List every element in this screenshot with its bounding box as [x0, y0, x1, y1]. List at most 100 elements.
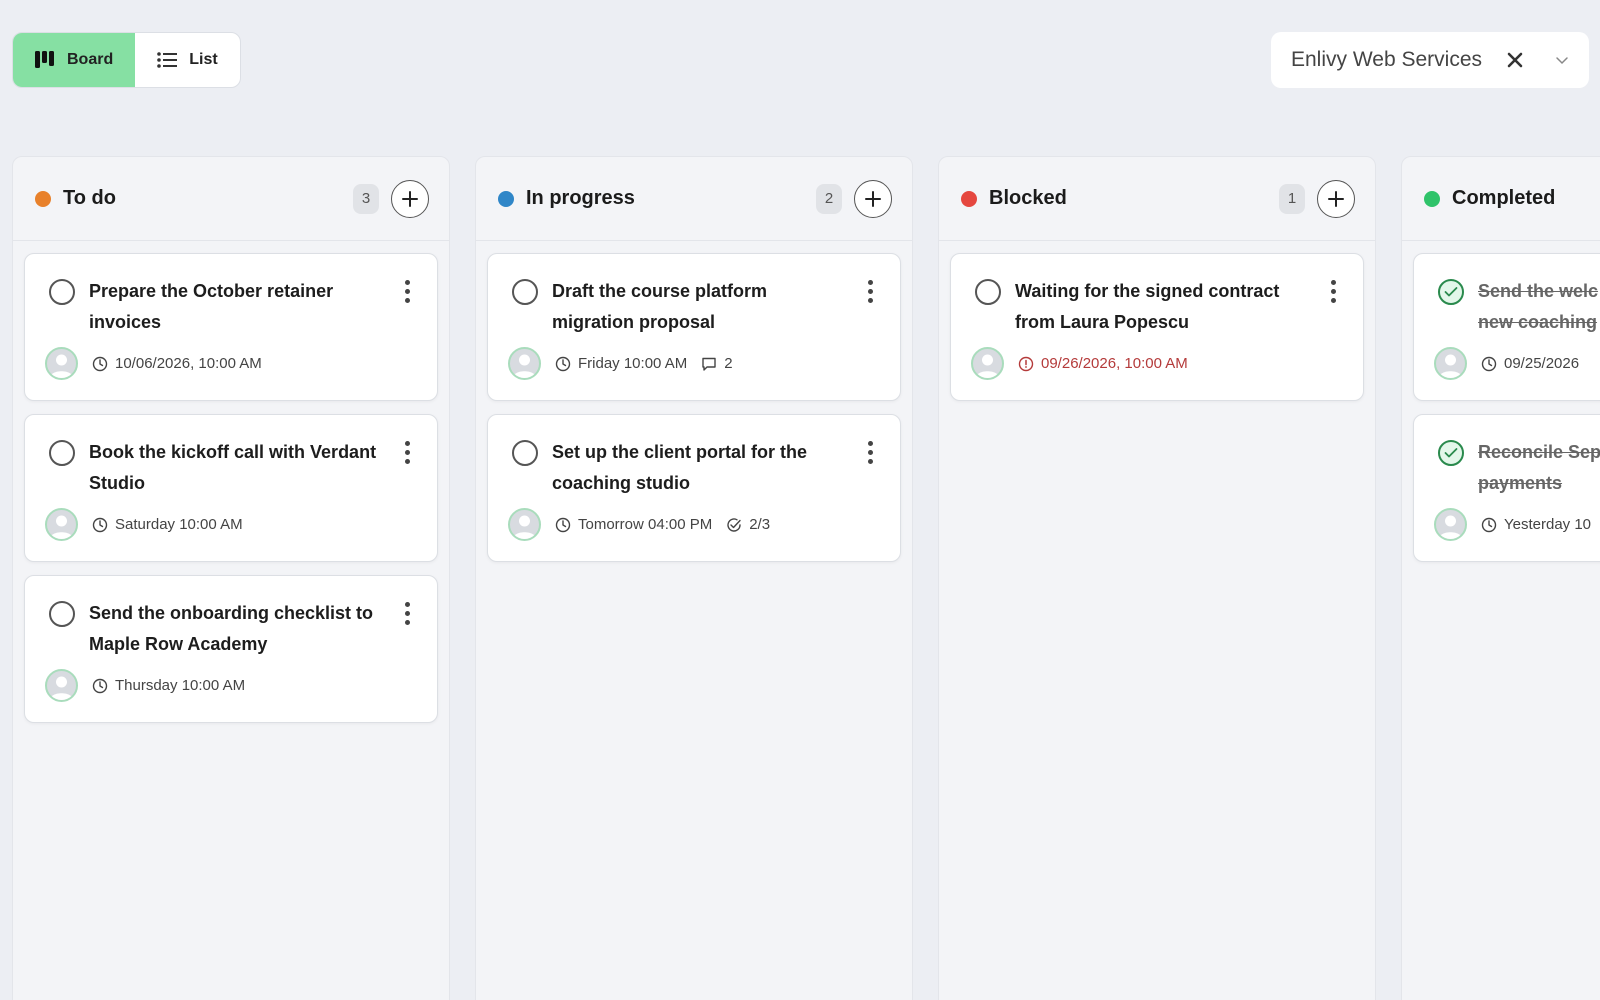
task-card[interactable]: Reconcile Sep payments Yesterday 10: [1413, 414, 1600, 562]
column-title: Completed: [1452, 187, 1556, 209]
avatar: [1434, 508, 1467, 541]
view-toggle: Board List: [12, 32, 241, 88]
column-header: Blocked 1: [939, 157, 1375, 241]
due-date: 09/25/2026: [1504, 355, 1580, 372]
client-select-value: Enlivy Web Services: [1291, 48, 1483, 71]
clock-icon: [555, 356, 571, 372]
column-header: To do 3: [13, 157, 449, 241]
task-menu-button[interactable]: [1323, 276, 1343, 306]
client-select[interactable]: Enlivy Web Services: [1271, 32, 1589, 88]
user-icon: [1439, 354, 1462, 378]
clock-icon: [1481, 356, 1497, 372]
task-checkbox[interactable]: [49, 440, 75, 466]
close-icon: [1507, 52, 1523, 68]
avatar: [508, 347, 541, 380]
task-card[interactable]: Send the onboarding checklist to Maple R…: [24, 575, 438, 723]
due-date: 10/06/2026, 10:00 AM: [115, 355, 262, 372]
user-icon: [50, 676, 73, 700]
task-card[interactable]: Draft the course platform migration prop…: [487, 253, 901, 401]
task-menu-button[interactable]: [397, 276, 417, 306]
column-header: Completed: [1402, 157, 1600, 241]
column-blocked: Blocked 1 Waiting for the signed contrac…: [938, 156, 1376, 1000]
chevron-down-icon: [1556, 57, 1568, 65]
task-title: Waiting for the signed contract from Lau…: [1015, 281, 1280, 332]
status-dot: [498, 190, 514, 207]
task-card[interactable]: Waiting for the signed contract from Lau…: [950, 253, 1364, 401]
kanban-board: To do 3 Prepare the October retainer inv…: [12, 156, 1600, 1000]
plus-icon: [865, 190, 881, 207]
column-completed: Completed Send the welc new coaching 09/2…: [1401, 156, 1600, 1000]
due-date: Tomorrow 04:00 PM: [578, 516, 713, 533]
task-card[interactable]: Prepare the October retainer invoices 10…: [24, 253, 438, 401]
user-icon: [976, 354, 999, 378]
avatar: [45, 508, 78, 541]
checkmark-icon: [1444, 287, 1458, 297]
add-task-button[interactable]: [854, 179, 892, 218]
column-title: To do: [63, 187, 116, 209]
task-menu-button[interactable]: [397, 598, 417, 628]
task-checkbox[interactable]: [49, 601, 75, 627]
board-icon: [35, 51, 54, 68]
task-title: Send the onboarding checklist to Maple R…: [89, 603, 374, 654]
column-todo: To do 3 Prepare the October retainer inv…: [12, 156, 450, 1000]
task-card[interactable]: Book the kickoff call with Verdant Studi…: [24, 414, 438, 562]
due-date: Thursday 10:00 AM: [115, 677, 246, 694]
due-date-overdue: 09/26/2026, 10:00 AM: [1041, 355, 1188, 372]
user-icon: [513, 515, 536, 539]
checkmark-icon: [1444, 448, 1458, 458]
avatar: [508, 508, 541, 541]
list-view-label: List: [189, 51, 218, 68]
column-header: In progress 2: [476, 157, 912, 241]
task-checkbox-checked[interactable]: [1438, 440, 1464, 466]
user-icon: [1439, 515, 1462, 539]
due-date: Friday 10:00 AM: [578, 355, 688, 372]
comment-count: 2: [724, 355, 733, 372]
task-count-badge: 2: [816, 183, 842, 214]
alert-icon: [1018, 356, 1034, 372]
task-title: Reconcile Sep payments: [1478, 442, 1600, 493]
avatar: [1434, 347, 1467, 380]
task-title: Book the kickoff call with Verdant Studi…: [89, 442, 377, 493]
column-title: Blocked: [989, 187, 1067, 209]
status-dot: [35, 190, 51, 207]
dropdown-toggle[interactable]: [1529, 55, 1569, 65]
list-icon: [157, 52, 178, 68]
board-view-button[interactable]: Board: [13, 33, 136, 87]
task-count-badge: 3: [353, 183, 379, 214]
clock-icon: [92, 517, 108, 533]
task-checkbox[interactable]: [975, 279, 1001, 305]
task-title: Prepare the October retainer invoices: [89, 281, 334, 332]
avatar: [971, 347, 1004, 380]
task-card[interactable]: Set up the client portal for the coachin…: [487, 414, 901, 562]
avatar: [45, 347, 78, 380]
board-view-label: Board: [67, 51, 114, 68]
clock-icon: [92, 356, 108, 372]
task-title: Send the welc new coaching: [1478, 281, 1599, 332]
due-date: Yesterday 10: [1504, 516, 1592, 533]
add-task-button[interactable]: [391, 179, 429, 218]
due-date: Saturday 10:00 AM: [115, 516, 243, 533]
subtask-check-icon: [726, 517, 742, 533]
task-menu-button[interactable]: [860, 437, 880, 467]
clear-selection-button[interactable]: [1501, 52, 1529, 68]
column-in-progress: In progress 2 Draft the course platform …: [475, 156, 913, 1000]
task-card[interactable]: Send the welc new coaching 09/25/2026: [1413, 253, 1600, 401]
clock-icon: [555, 517, 571, 533]
task-checkbox-checked[interactable]: [1438, 279, 1464, 305]
task-checkbox[interactable]: [512, 440, 538, 466]
task-title: Draft the course platform migration prop…: [552, 281, 768, 332]
user-icon: [50, 354, 73, 378]
plus-icon: [1328, 190, 1344, 207]
task-menu-button[interactable]: [860, 276, 880, 306]
task-checkbox[interactable]: [49, 279, 75, 305]
comment-icon: [701, 356, 717, 372]
status-dot: [1424, 190, 1440, 207]
add-task-button[interactable]: [1317, 179, 1355, 218]
task-menu-button[interactable]: [397, 437, 417, 467]
task-checkbox[interactable]: [512, 279, 538, 305]
list-view-button[interactable]: List: [135, 33, 239, 87]
column-title: In progress: [526, 187, 635, 209]
task-count-badge: 1: [1279, 183, 1305, 214]
subtask-progress: 2/3: [749, 516, 771, 533]
avatar: [45, 669, 78, 702]
